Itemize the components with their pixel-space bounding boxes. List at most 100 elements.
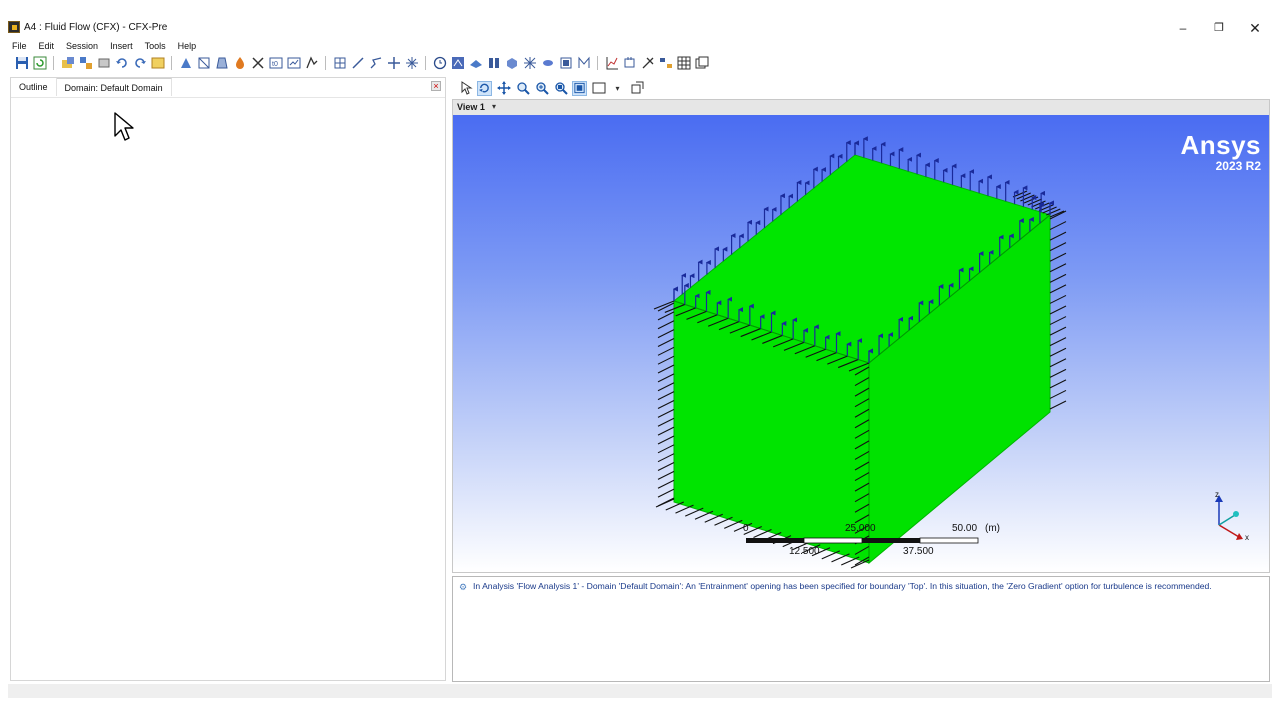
- pan-icon[interactable]: [496, 81, 511, 96]
- polyline-tool-icon[interactable]: [368, 56, 383, 71]
- tab-outline[interactable]: Outline: [11, 78, 57, 96]
- title-bar: A4 : Fluid Flow (CFX) - CFX-Pre – ❐ ✕: [0, 16, 1280, 38]
- rotate-icon[interactable]: [477, 80, 492, 96]
- scale-label-12-5: 12.500: [789, 546, 820, 557]
- viewport-canvas[interactable]: Ansys 2023 R2 0 12.500 25.000 37.500 50.…: [453, 115, 1269, 572]
- coordinate-frame-icon[interactable]: [404, 56, 419, 71]
- annotation-icon[interactable]: [622, 56, 637, 71]
- restore-button[interactable]: ❐: [1204, 20, 1234, 36]
- solver-control-icon[interactable]: [286, 56, 301, 71]
- zoom-fit-icon[interactable]: [553, 81, 568, 96]
- domain-geometry: [653, 136, 1243, 569]
- isosurface-icon[interactable]: [486, 56, 501, 71]
- wall-arrow: [657, 426, 675, 436]
- source-point-icon[interactable]: [250, 56, 265, 71]
- menu-tools[interactable]: Tools: [139, 39, 172, 53]
- close-button[interactable]: ✕: [1240, 20, 1270, 36]
- toolbar-separator: [425, 56, 426, 70]
- streamline-icon[interactable]: [558, 56, 573, 71]
- menu-session[interactable]: Session: [60, 39, 104, 53]
- wall-arrow: [657, 400, 675, 409]
- point-tool-icon[interactable]: [386, 56, 401, 71]
- menu-insert[interactable]: Insert: [104, 39, 139, 53]
- wall-arrow: [1049, 358, 1067, 368]
- viewport-selector[interactable]: View 1: [457, 102, 485, 112]
- line-tool-icon[interactable]: [350, 56, 365, 71]
- mesh-transform-icon[interactable]: [78, 56, 93, 71]
- wall-arrow: [657, 444, 675, 454]
- axis-label-x: x: [1245, 533, 1249, 542]
- undo-icon[interactable]: [114, 56, 129, 71]
- menu-edit[interactable]: Edit: [33, 39, 61, 53]
- plane-tool-icon[interactable]: [468, 56, 483, 71]
- vector-tool-icon[interactable]: [522, 56, 537, 71]
- wall-arrow: [1049, 305, 1067, 315]
- viewport-layout-dropdown-icon[interactable]: ▾: [610, 81, 625, 96]
- toolbar-separator: [53, 56, 54, 70]
- output-control-icon[interactable]: [304, 56, 319, 71]
- materials-icon[interactable]: [450, 56, 465, 71]
- window-title: A4 : Fluid Flow (CFX) - CFX-Pre: [24, 22, 168, 33]
- wall-arrow: [657, 470, 675, 480]
- wall-arrow: [657, 373, 675, 383]
- svg-text:t0: t0: [272, 61, 278, 68]
- viewport-dropdown-icon[interactable]: ▾: [492, 102, 496, 111]
- wall-arrow: [1049, 221, 1067, 231]
- table-icon[interactable]: [676, 56, 691, 71]
- app-logo-icon: [8, 21, 20, 33]
- wall-arrow: [1049, 242, 1067, 252]
- mesh-edit-icon[interactable]: [96, 56, 111, 71]
- wall-arrow: [665, 501, 684, 511]
- initialization-icon[interactable]: t0: [268, 56, 283, 71]
- minimize-button[interactable]: –: [1168, 20, 1198, 36]
- multi-view-icon[interactable]: [694, 56, 709, 71]
- menu-file[interactable]: File: [6, 39, 33, 53]
- wall-arrow: [657, 479, 675, 489]
- wall-arrow: [1049, 400, 1067, 410]
- wall-arrow: [1049, 273, 1067, 283]
- axis-label-z: z: [1215, 490, 1219, 499]
- particle-track-icon[interactable]: [576, 56, 591, 71]
- viewer-3d[interactable]: View 1 ▾ Ansys 2023 R2 0 12.500 25.000 3…: [452, 99, 1270, 573]
- boundary-icon[interactable]: [214, 56, 229, 71]
- wall-arrow: [1049, 231, 1067, 241]
- tab-domain-default-domain[interactable]: Domain: Default Domain: [56, 78, 172, 96]
- menu-help[interactable]: Help: [172, 39, 203, 53]
- zoom-icon[interactable]: [515, 81, 530, 96]
- close-tab-icon[interactable]: ×: [431, 81, 441, 91]
- legend-icon[interactable]: [658, 56, 673, 71]
- wall-arrow: [1031, 200, 1046, 208]
- viewport-layout-icon[interactable]: [591, 81, 606, 96]
- zoom-box-icon[interactable]: [534, 81, 549, 96]
- chart-icon[interactable]: [604, 56, 619, 71]
- import-mesh-icon[interactable]: [60, 56, 75, 71]
- redo-icon[interactable]: [132, 56, 147, 71]
- message-text[interactable]: In Analysis 'Flow Analysis 1' - Domain '…: [473, 581, 1212, 591]
- fit-view-icon[interactable]: [572, 80, 587, 96]
- status-bar: [8, 684, 1272, 698]
- volume-tool-icon[interactable]: [504, 56, 519, 71]
- contour-tool-icon[interactable]: [540, 56, 555, 71]
- expressions-clock-icon[interactable]: [432, 56, 447, 71]
- wall-arrow: [1049, 252, 1067, 262]
- wall-arrow: [704, 513, 723, 523]
- subdomain-icon[interactable]: [232, 56, 247, 71]
- wall-arrow: [657, 364, 675, 374]
- info-icon: ⚙: [459, 582, 468, 592]
- wall-arrow: [724, 519, 743, 529]
- wall-arrow: [657, 417, 675, 427]
- select-pointer-icon[interactable]: [458, 81, 473, 96]
- details-editor-area: [11, 97, 445, 680]
- analysis-type-icon[interactable]: [178, 56, 193, 71]
- wall-arrow: [1049, 379, 1067, 389]
- message-panel: ⚙ In Analysis 'Flow Analysis 1' - Domain…: [452, 576, 1270, 682]
- refresh-icon[interactable]: [32, 56, 47, 71]
- detach-view-icon[interactable]: [629, 81, 644, 96]
- save-icon[interactable]: [14, 56, 29, 71]
- wall-arrow: [821, 550, 840, 560]
- physics-report-icon[interactable]: [150, 56, 165, 71]
- details-panel: Outline Domain: Default Domain ×: [10, 77, 446, 681]
- domain-icon[interactable]: [196, 56, 211, 71]
- mesh-adaption-icon[interactable]: [332, 56, 347, 71]
- probe-icon[interactable]: [640, 56, 655, 71]
